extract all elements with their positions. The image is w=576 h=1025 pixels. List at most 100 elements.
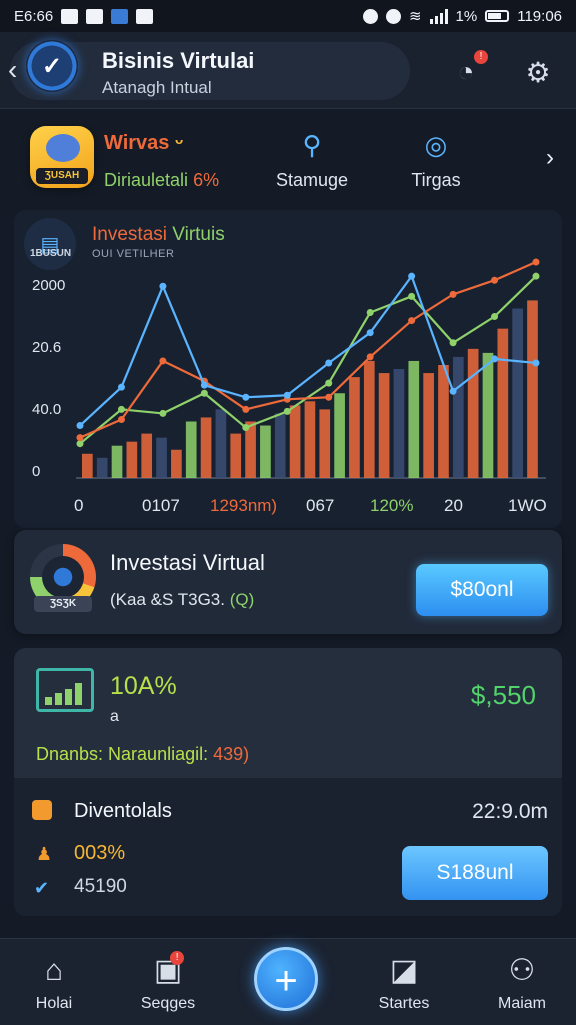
investment-summary-card[interactable]: ƷSƷK Investasi Virtual (Kaa &S T3G3. (Q)… xyxy=(14,530,562,634)
chart-bar xyxy=(82,453,93,478)
quick-title-emoji: ᵕ xyxy=(174,132,184,154)
briefcase-icon: ▤ xyxy=(24,218,76,270)
settings-button[interactable]: ⚙ xyxy=(518,52,558,92)
dividend-time: 22:9.0m xyxy=(472,800,548,823)
signal-icon xyxy=(429,8,448,24)
app-logo-icon: ✓ xyxy=(26,40,78,92)
page-title: Bisinis Virtulai xyxy=(102,48,255,73)
series-blue-point xyxy=(117,383,125,391)
chart-bar xyxy=(156,437,167,478)
notifications-button[interactable]: ◔ ! xyxy=(446,50,488,92)
nav-home-label: Holai xyxy=(35,995,73,1012)
bluetooth-icon xyxy=(111,8,129,24)
nav-pages[interactable]: ▣! Seqges xyxy=(118,951,218,1013)
chart-bar xyxy=(527,300,538,478)
nav-home[interactable]: ⌂ Holai xyxy=(4,953,104,1013)
chart-bar xyxy=(452,356,464,478)
coin-icon[interactable]: ƷUSAH xyxy=(30,126,94,188)
investment-amount-button[interactable]: $80onl xyxy=(416,564,548,616)
series-orange-point xyxy=(76,434,84,442)
target-icon: ◎ xyxy=(424,130,448,160)
stats-detail-text: Dnanbs: Naraunliagil: xyxy=(36,744,209,764)
chart-subtitle: OUI VETILHER xyxy=(92,248,175,260)
pages-icon: ▣! xyxy=(153,951,185,987)
page-subtitle: Atanagh Intual xyxy=(102,78,212,97)
quick-sub-percent: 6% xyxy=(193,170,220,190)
series-green-point xyxy=(283,407,291,415)
chart-bar xyxy=(467,348,479,478)
series-blue-point xyxy=(200,381,208,389)
dividend-percent: 003% xyxy=(74,842,126,864)
chevron-right-icon[interactable]: › xyxy=(546,144,554,172)
back-icon[interactable]: ‹ xyxy=(8,56,17,84)
coin-emblem xyxy=(46,134,80,162)
x-tick-label: 0 xyxy=(74,496,83,515)
battery-percent: 1% xyxy=(455,7,478,25)
series-blue-point xyxy=(408,272,416,280)
series-blue-point xyxy=(283,391,291,399)
series-green-point xyxy=(242,424,250,432)
shield-icon xyxy=(136,8,154,24)
series-orange-point xyxy=(449,290,457,298)
x-tick-label: 1293nm) xyxy=(210,496,277,515)
series-green-point xyxy=(408,292,416,300)
nav-pages-label: Seqges xyxy=(140,995,196,1012)
quick-item-tirgas[interactable]: ◎ Tirgas xyxy=(386,128,486,191)
chart-bar xyxy=(215,409,227,478)
series-blue-point xyxy=(159,282,167,290)
nav-stats[interactable]: ◪ Startes xyxy=(354,953,454,1013)
series-blue-point xyxy=(366,329,374,337)
chart-bar xyxy=(393,369,405,478)
investment-title: Investasi Virtual xyxy=(110,550,265,575)
chart-bar xyxy=(349,377,360,478)
person-icon: ♟ xyxy=(36,844,53,864)
chart-bar xyxy=(512,308,524,478)
status-time: E6:66 xyxy=(14,7,54,25)
chart-bar xyxy=(497,328,509,478)
series-orange-point xyxy=(117,415,125,423)
nav-profile[interactable]: ⚇ Maiam xyxy=(472,953,572,1013)
growth-note: a xyxy=(110,708,119,725)
y-tick-label: 0 xyxy=(32,463,40,480)
stats-card: 10A% a $,550 Dnanbs: Naraunliagil: 439) … xyxy=(14,648,562,916)
series-green-point xyxy=(76,440,84,448)
series-orange-point xyxy=(366,353,374,361)
chart-bar xyxy=(230,433,242,478)
series-blue-point xyxy=(449,387,457,395)
series-blue-point xyxy=(242,393,250,401)
quick-item-stamuge[interactable]: ⚲ Stamuge xyxy=(262,128,362,191)
home-icon: ⌂ xyxy=(44,954,64,987)
series-green-point xyxy=(325,379,333,387)
dividend-title: Diventolals xyxy=(74,800,172,822)
chart-title-part-b: Virtuis xyxy=(172,224,225,245)
chart-title-part-a: Investasi xyxy=(92,224,167,245)
chart-bar xyxy=(141,433,153,478)
series-blue-point xyxy=(491,355,499,363)
x-tick-label: 1WO xyxy=(508,496,547,515)
check-icon: ✔ xyxy=(34,878,50,898)
dividend-amount-button[interactable]: S188unl xyxy=(402,846,548,900)
stats-icon: ◪ xyxy=(389,954,419,987)
y-tick-label: 2000 xyxy=(32,277,65,294)
investment-chart-card: 2000 20.6 40.0 0 0 0107 1293nm) 067 120% 20 1WO ▤ … xyxy=(14,210,562,528)
quick-item-label: Tirgas xyxy=(411,170,461,190)
bell-icon: ◔ xyxy=(457,56,475,87)
quick-title: Wirvas ᵕ xyxy=(104,132,183,155)
dividend-number: 45190 xyxy=(74,876,127,897)
investment-sub-b: (Q) xyxy=(229,590,255,609)
series-orange-point xyxy=(408,317,416,325)
chart-bar xyxy=(289,405,301,478)
chart-bar xyxy=(185,421,197,478)
stats-top-panel: 10A% a $,550 Dnanbs: Naraunliagil: 439) xyxy=(14,648,562,778)
nav-stats-label: Startes xyxy=(378,995,430,1012)
stats-detail-line: Dnanbs: Naraunliagil: 439) xyxy=(36,744,249,765)
add-button[interactable]: + xyxy=(254,947,318,1011)
alarm-icon xyxy=(362,8,378,24)
quick-item-label: Stamuge xyxy=(275,170,349,190)
chart-bar xyxy=(482,352,494,478)
growth-percent: 10A% xyxy=(110,672,177,700)
chart-bar xyxy=(111,445,123,478)
series-orange-point xyxy=(159,357,167,365)
bottom-nav: ⌂ Holai ▣! Seqges + ◪ Startes ⚇ Maiam xyxy=(0,938,576,1025)
status-bar: E6:66 ≋ 1% 119:06 xyxy=(0,0,576,32)
